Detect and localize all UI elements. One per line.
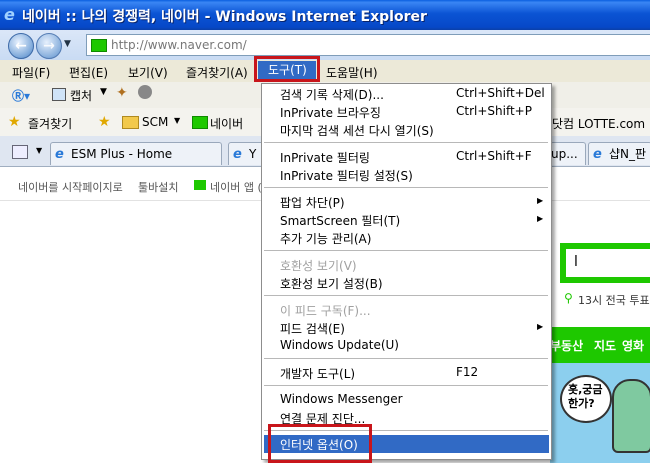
history-dropdown-icon[interactable]: ▼	[64, 39, 71, 49]
forward-arrow-icon: →	[43, 38, 55, 54]
ad-banner[interactable]: 홋,궁금 한가?	[550, 363, 650, 463]
back-button[interactable]: ←	[8, 33, 34, 59]
menu-smartscreen[interactable]: SmartScreen 필터(T)	[280, 212, 400, 229]
ie-tab-icon: e	[233, 147, 242, 162]
tab-label: 샵N_판	[609, 147, 647, 161]
menu-view[interactable]: 보기(V)	[128, 64, 168, 81]
ad-text: 홋,궁금 한가?	[568, 383, 603, 410]
menu-separator	[264, 385, 548, 386]
trend-text[interactable]: 13시 전국 투표	[578, 292, 650, 308]
tab-esm-plus[interactable]: e ESM Plus - Home	[50, 142, 222, 165]
menu-manage-addons[interactable]: 추가 기능 관리(A)	[280, 230, 371, 247]
settings-circle-icon[interactable]	[138, 85, 152, 99]
capture-dropdown-icon[interactable]: ▼	[100, 87, 107, 97]
menu-separator	[264, 295, 548, 296]
menu-windows-messenger[interactable]: Windows Messenger	[280, 392, 403, 406]
menu-compatibility-settings[interactable]: 호환성 보기 설정(B)	[280, 275, 383, 292]
menu-separator	[264, 187, 548, 188]
submenu-arrow-icon: ▶	[537, 196, 544, 205]
nav-map[interactable]: 지도	[594, 337, 616, 354]
favorite-scm[interactable]: SCM	[142, 115, 168, 129]
favorite-naver[interactable]: 네이버	[210, 115, 243, 132]
folder-icon	[122, 116, 139, 129]
ie-logo-icon: e	[4, 5, 15, 24]
search-input[interactable]: l	[566, 249, 650, 277]
tab-list-dropdown-icon[interactable]: ▼	[36, 146, 42, 155]
set-homepage-link[interactable]: 네이버를 시작페이지로	[18, 179, 123, 195]
tab-label: up...	[551, 147, 578, 161]
address-bar[interactable]: http://www.naver.com/	[86, 34, 650, 56]
capture-icon	[52, 88, 66, 101]
tools-dropdown-menu: 검색 기록 삭제(D)... Ctrl+Shift+Del InPrivate …	[261, 83, 552, 460]
naver-app-icon	[194, 180, 206, 190]
tab-y[interactable]: eY	[228, 142, 264, 165]
ie-page-icon[interactable]: Ⓡ▾	[12, 87, 30, 104]
tab-label: ESM Plus - Home	[71, 147, 173, 161]
menu-delete-history[interactable]: 검색 기록 삭제(D)...	[280, 86, 384, 103]
internet-options-callout	[268, 424, 372, 463]
toolbar-install-link[interactable]: 툴바설치	[138, 179, 178, 195]
favorites-button[interactable]: 즐겨찾기	[28, 115, 72, 132]
menu-file[interactable]: 파일(F)	[12, 64, 50, 81]
tab-shopn[interactable]: e 샵N_판	[588, 142, 650, 165]
menu-inprivate-browsing[interactable]: InPrivate 브라우징	[280, 104, 381, 121]
menu-separator	[264, 358, 548, 359]
menu-compatibility-view: 호환성 보기(V)	[280, 259, 357, 273]
shortcut-inprivate-filtering: Ctrl+Shift+F	[456, 149, 532, 163]
ie-tab-icon: e	[55, 147, 64, 162]
search-box-frame: l	[560, 243, 650, 283]
nav-movie[interactable]: 영화	[622, 337, 644, 354]
character-illustration	[612, 379, 650, 453]
speech-bubble: 홋,궁금 한가?	[560, 375, 612, 423]
menu-reopen-session[interactable]: 마지막 검색 세션 다시 열기(S)	[280, 122, 434, 139]
menu-bar: 파일(F) 편집(E) 보기(V) 즐겨찾기(A) 도움말(H)	[0, 60, 650, 83]
address-url: http://www.naver.com/	[111, 38, 247, 52]
menu-separator	[264, 142, 548, 143]
menu-popup-blocker[interactable]: 팝업 차단(P)	[280, 194, 345, 211]
menu-help[interactable]: 도움말(H)	[326, 64, 378, 81]
ie-tab-icon: e	[593, 147, 602, 162]
shortcut-developer-tools: F12	[456, 365, 479, 379]
submenu-arrow-icon: ▶	[537, 214, 544, 223]
forward-button[interactable]: →	[36, 33, 62, 59]
back-arrow-icon: ←	[15, 38, 27, 54]
tools-menu-callout	[254, 56, 320, 82]
star-icon: ★	[8, 114, 21, 130]
capture-button[interactable]: 캡처	[70, 87, 92, 104]
address-row: ← → ▼ http://www.naver.com/	[0, 30, 650, 60]
menu-edit[interactable]: 편집(E)	[69, 64, 108, 81]
menu-developer-tools[interactable]: 개발자 도구(L)	[280, 365, 355, 382]
menu-subscribe-feed: 이 피드 구독(F)...	[280, 304, 371, 318]
naver-favicon-icon	[91, 39, 107, 52]
submenu-arrow-icon: ▶	[537, 322, 544, 331]
nav-real-estate[interactable]: 부동산	[550, 337, 583, 354]
title-bar: e 네이버 :: 나의 경쟁력, 네이버 - Windows Internet …	[0, 0, 650, 30]
tab-up[interactable]: up...	[550, 142, 586, 165]
naver-favicon-icon	[192, 116, 208, 129]
trend-search-icon: ⚲	[564, 291, 573, 305]
window-title: 네이버 :: 나의 경쟁력, 네이버 - Windows Internet Ex…	[22, 9, 427, 25]
shortcut-inprivate-browsing: Ctrl+Shift+P	[456, 104, 532, 118]
main-nav-bar: 부동산 지도 영화	[550, 327, 650, 363]
menu-inprivate-filtering[interactable]: InPrivate 필터링	[280, 149, 370, 166]
add-favorite-icon[interactable]: ★	[98, 114, 111, 130]
menu-favorites[interactable]: 즐겨찾기(A)	[186, 64, 248, 81]
tab-label: Y	[249, 147, 257, 161]
menu-inprivate-filter-settings[interactable]: InPrivate 필터링 설정(S)	[280, 167, 413, 184]
search-input-text: l	[574, 254, 578, 270]
favorite-lotte[interactable]: 닷컴 LOTTE.com	[552, 115, 645, 132]
shortcut-delete-history: Ctrl+Shift+Del	[456, 86, 545, 100]
menu-feed-discovery[interactable]: 피드 검색(E)	[280, 320, 345, 337]
quick-tabs-icon[interactable]	[12, 145, 28, 159]
scm-dropdown-icon[interactable]: ▼	[174, 116, 180, 125]
menu-separator	[264, 250, 548, 251]
menu-windows-update[interactable]: Windows Update(U)	[280, 338, 399, 352]
naver-app-link[interactable]: 네이버 앱 (	[210, 179, 262, 195]
broom-icon[interactable]: ✦	[116, 85, 128, 101]
